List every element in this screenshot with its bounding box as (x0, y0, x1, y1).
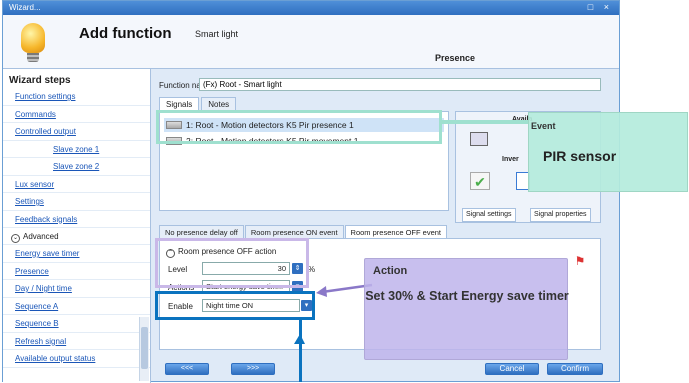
action-callout-text: Set 30% & Start Energy save timer (365, 289, 569, 303)
annotation-arrows (294, 283, 373, 344)
action-callout: Action Set 30% & Start Energy save timer (364, 258, 569, 360)
enable-arrowhead (294, 334, 305, 344)
action-arrowhead (316, 286, 327, 297)
action-callout-title: Action (373, 265, 408, 277)
